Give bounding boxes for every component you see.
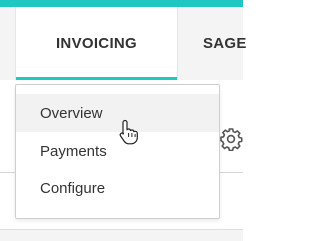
menu-item-payments[interactable]: Payments (16, 132, 219, 170)
tab-invoicing-label: INVOICING (55, 35, 138, 52)
menu-item-overview-label: Overview (40, 104, 103, 122)
menu-item-overview[interactable]: Overview (16, 94, 219, 132)
menu-item-configure[interactable]: Configure (16, 169, 219, 207)
top-accent-bar (0, 0, 243, 7)
main-nav: INVOICING SAGE (0, 7, 246, 80)
gear-icon[interactable] (219, 127, 243, 152)
content-footer-strip (0, 229, 243, 241)
tab-sage-label: SAGE (203, 35, 247, 52)
tab-invoicing[interactable]: INVOICING (15, 7, 178, 80)
tab-sage[interactable]: SAGE (203, 7, 263, 80)
menu-item-configure-label: Configure (40, 179, 106, 197)
invoicing-dropdown-menu: Overview Payments Configure (15, 84, 220, 219)
menu-item-payments-label: Payments (40, 142, 107, 160)
